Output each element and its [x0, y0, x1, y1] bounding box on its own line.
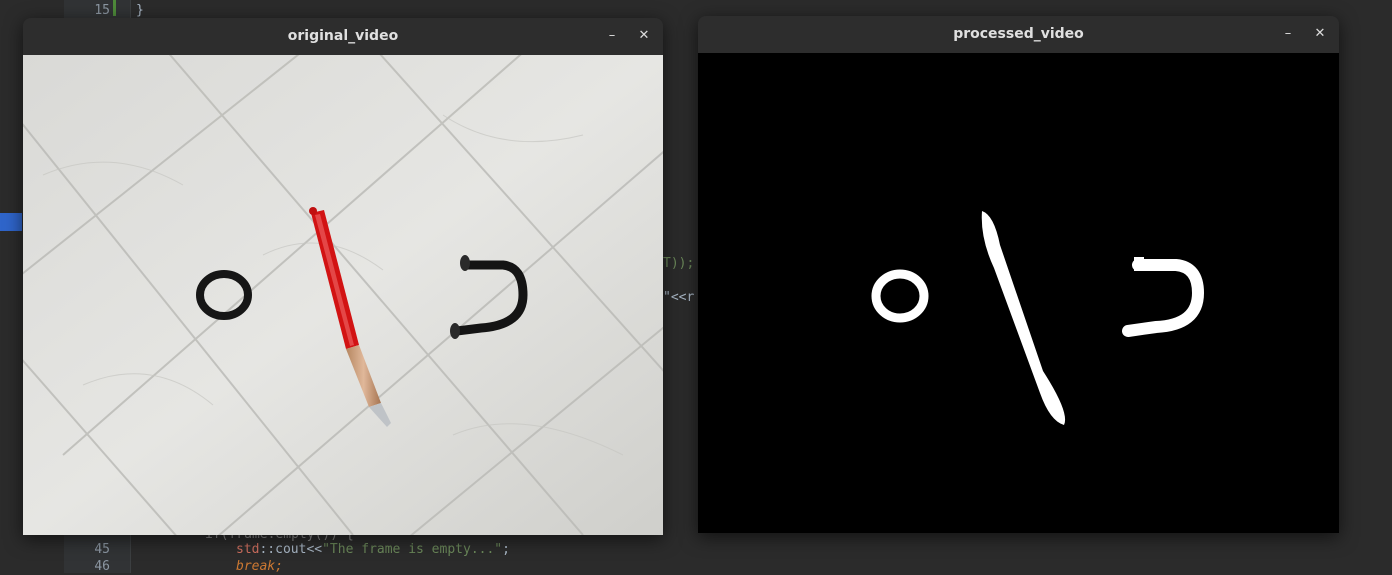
code-line: } [136, 3, 144, 18]
code-fragment: "<<r [663, 290, 695, 305]
mask-hook-end [1134, 257, 1144, 271]
close-button[interactable]: ✕ [635, 27, 653, 45]
processed-video-frame [698, 53, 1339, 533]
hook-end-bottom [450, 323, 460, 339]
line-number: 15 [94, 3, 110, 18]
minimize-button[interactable]: – [1279, 25, 1297, 43]
processed-video-titlebar[interactable]: processed_video – ✕ [698, 16, 1339, 54]
original-video-window[interactable]: original_video – ✕ [23, 18, 663, 535]
binary-mask-image [698, 53, 1339, 533]
original-video-titlebar[interactable]: original_video – ✕ [23, 18, 663, 56]
minimize-button[interactable]: – [603, 27, 621, 45]
processed-video-window[interactable]: processed_video – ✕ [698, 16, 1339, 533]
window-title: original_video [287, 28, 399, 44]
ide-bookmark-marker [0, 213, 22, 231]
code-line: std::cout<<"The frame is empty..."; [236, 542, 510, 557]
close-button[interactable]: ✕ [1311, 25, 1329, 43]
hook-end-top [460, 255, 470, 271]
code-fragment: T)); [663, 256, 695, 271]
window-title: processed_video [953, 26, 1084, 42]
original-video-frame [23, 34, 663, 535]
mask-background [698, 53, 1339, 533]
line-number: 45 [94, 542, 110, 557]
video-frame-image [23, 34, 663, 535]
ide-change-marker [113, 0, 116, 16]
